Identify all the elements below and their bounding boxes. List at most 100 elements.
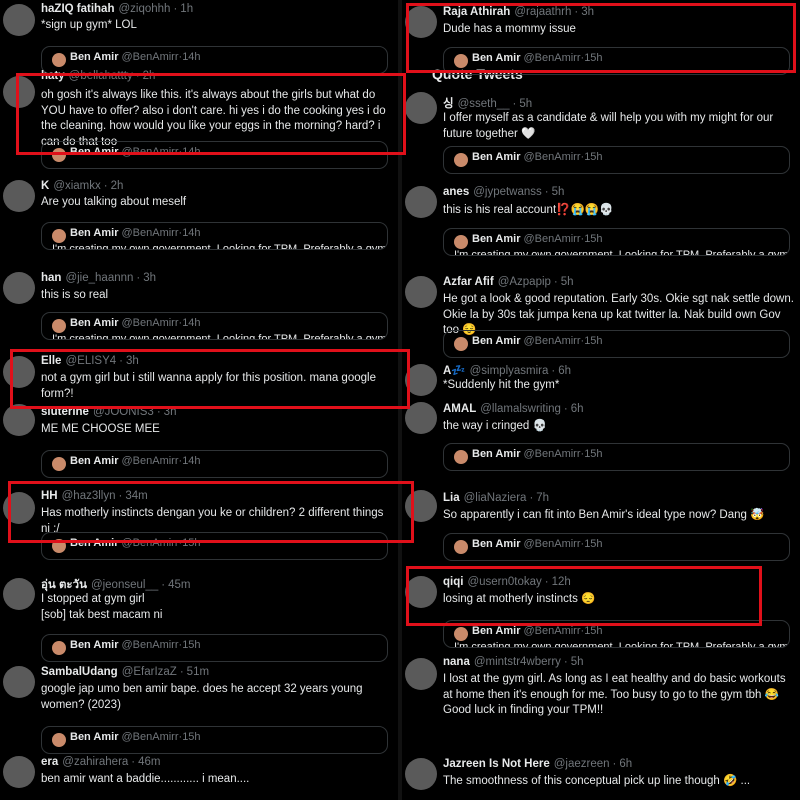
avatar[interactable] xyxy=(405,576,437,608)
user-handle[interactable]: @jypetwanss xyxy=(473,186,542,198)
quoted-avatar xyxy=(52,539,66,553)
avatar[interactable] xyxy=(405,658,437,690)
quoted-tweet[interactable]: Ben Amir @BenAmirr·14h I'm creating my own… xyxy=(41,222,388,250)
avatar[interactable] xyxy=(405,186,437,218)
tweet-time[interactable]: 45m xyxy=(168,579,190,591)
display-name[interactable]: haZIQ fatihah xyxy=(41,3,114,15)
user-handle[interactable]: @liaNaziera xyxy=(464,492,527,504)
display-name[interactable]: A💤 xyxy=(443,365,466,377)
user-handle[interactable]: @zahirahera xyxy=(62,756,128,768)
avatar[interactable] xyxy=(405,92,437,124)
display-name[interactable]: haty xyxy=(41,70,65,82)
tweet-time[interactable]: 5h xyxy=(571,656,584,668)
user-handle[interactable]: @Azpapip xyxy=(498,276,551,288)
avatar[interactable] xyxy=(3,272,35,304)
tweet-time[interactable]: 3h xyxy=(164,406,177,418)
quoted-tweet[interactable]: Ben Amir @BenAmirr·14h I'm creating my own… xyxy=(41,312,388,340)
tweet-time[interactable]: 1h xyxy=(180,3,193,15)
user-handle[interactable]: @EfarIzaZ xyxy=(122,666,177,678)
tweet-time[interactable]: 6h xyxy=(571,403,584,415)
tweet-text: *Suddenly hit the gym* xyxy=(443,379,560,391)
display-name[interactable]: Elle xyxy=(41,355,61,367)
quoted-tweet[interactable]: Ben Amir @BenAmirr·15h xyxy=(443,146,790,174)
tweet-time[interactable]: 5h xyxy=(519,98,532,110)
avatar[interactable] xyxy=(3,4,35,36)
tweet-header: era @zahirahera · 46m xyxy=(41,756,394,768)
avatar[interactable] xyxy=(3,76,35,108)
tweet-time[interactable]: 6h xyxy=(619,758,632,770)
user-handle[interactable]: @bellahattty xyxy=(69,70,133,82)
user-handle[interactable]: @sseth__ xyxy=(458,98,510,110)
user-handle[interactable]: @mintstr4wberry xyxy=(474,656,561,668)
avatar[interactable] xyxy=(3,356,35,388)
display-name[interactable]: era xyxy=(41,756,58,768)
user-handle[interactable]: @simplyasmira xyxy=(470,365,549,377)
display-name[interactable]: anes xyxy=(443,186,469,198)
display-name[interactable]: Azfar Afif xyxy=(443,276,494,288)
tweet-time[interactable]: 12h xyxy=(552,576,571,588)
display-name[interactable]: nana xyxy=(443,656,470,668)
user-handle[interactable]: @jeonseul__ xyxy=(91,579,158,591)
display-name[interactable]: qiqi xyxy=(443,576,463,588)
avatar[interactable] xyxy=(3,404,35,436)
quoted-tweet[interactable]: Ben Amir @BenAmirr·15h I'm creating my own… xyxy=(443,228,790,256)
tweet-text: google jap umo ben amir bape. does he ac… xyxy=(41,683,363,711)
display-name[interactable]: Jazreen Is Not Here xyxy=(443,758,550,770)
display-name[interactable]: 싱 xyxy=(443,98,454,110)
quoted-name: Ben Amir xyxy=(472,624,521,637)
display-name[interactable]: K xyxy=(41,180,49,192)
quoted-tweet[interactable]: Ben Amir @BenAmirr·15h xyxy=(443,533,790,561)
display-name[interactable]: HH xyxy=(41,490,58,502)
avatar[interactable] xyxy=(3,180,35,212)
avatar[interactable] xyxy=(405,402,437,434)
tweet-time[interactable]: 3h xyxy=(581,6,594,18)
avatar[interactable] xyxy=(3,492,35,524)
avatar[interactable] xyxy=(3,756,35,788)
tweet-time[interactable]: 7h xyxy=(536,492,549,504)
tweet-time[interactable]: 6h xyxy=(558,365,571,377)
user-handle[interactable]: @jie_haannn xyxy=(65,272,133,284)
display-name[interactable]: AMAL xyxy=(443,403,476,415)
tweet-time[interactable]: 3h xyxy=(126,355,139,367)
user-handle[interactable]: @usern0tokay xyxy=(467,576,541,588)
avatar[interactable] xyxy=(405,758,437,790)
quoted-tweet[interactable]: Ben Amir @BenAmirr·15h xyxy=(443,47,790,75)
user-handle[interactable]: @haz3llyn xyxy=(62,490,116,502)
quoted-tweet[interactable]: Ben Amir @BenAmirr·15h xyxy=(443,443,790,471)
quoted-tweet[interactable]: Ben Amir @BenAmirr·14h xyxy=(41,450,388,478)
tweet-time[interactable]: 34m xyxy=(125,490,147,502)
right-screenshot-panel: Quote Tweets Raja Athirah @rajaathrh · 3h Du… xyxy=(402,0,800,800)
quoted-tweet[interactable]: Ben Amir @BenAmirr·15h xyxy=(41,532,388,560)
quoted-tweet[interactable]: Ben Amir @BenAmirr·15h xyxy=(41,726,388,754)
user-handle[interactable]: @jaezreen xyxy=(554,758,610,770)
tweet-time[interactable]: 3h xyxy=(143,272,156,284)
tweet-time[interactable]: 5h xyxy=(552,186,565,198)
user-handle[interactable]: @rajaathrh xyxy=(514,6,571,18)
user-handle[interactable]: @JOONIS3 xyxy=(93,406,154,418)
avatar[interactable] xyxy=(3,578,35,610)
tweet-time[interactable]: 2h xyxy=(111,180,124,192)
quoted-tweet[interactable]: Ben Amir @BenAmirr·15h I'm creating my own… xyxy=(443,620,790,648)
avatar[interactable] xyxy=(405,276,437,308)
tweet-time[interactable]: 51m xyxy=(187,666,209,678)
avatar[interactable] xyxy=(405,364,437,396)
user-handle[interactable]: @ziqohhh xyxy=(118,3,170,15)
display-name[interactable]: han xyxy=(41,272,61,284)
avatar[interactable] xyxy=(3,666,35,698)
avatar[interactable] xyxy=(405,490,437,522)
quoted-tweet[interactable]: Ben Amir @BenAmirr·15h xyxy=(41,634,388,662)
avatar[interactable] xyxy=(405,6,437,38)
user-handle[interactable]: @ELISY4 xyxy=(65,355,116,367)
tweet-time[interactable]: 46m xyxy=(138,756,160,768)
user-handle[interactable]: @xiamkx xyxy=(53,180,100,192)
display-name[interactable]: siuterine xyxy=(41,406,89,418)
display-name[interactable]: SambalŮdang xyxy=(41,666,118,678)
tweet-time[interactable]: 2h xyxy=(143,70,156,82)
quoted-tweet[interactable]: Ben Amir @BenAmirr·15h xyxy=(443,330,790,358)
tweet-time[interactable]: 5h xyxy=(561,276,574,288)
display-name[interactable]: Raja Athirah xyxy=(443,6,510,18)
display-name[interactable]: อุ่น ตะวัน xyxy=(41,579,87,591)
quoted-tweet[interactable]: Ben Amir @BenAmirr·14h xyxy=(41,141,388,169)
user-handle[interactable]: @llamalswriting xyxy=(480,403,561,415)
display-name[interactable]: Lia xyxy=(443,492,460,504)
